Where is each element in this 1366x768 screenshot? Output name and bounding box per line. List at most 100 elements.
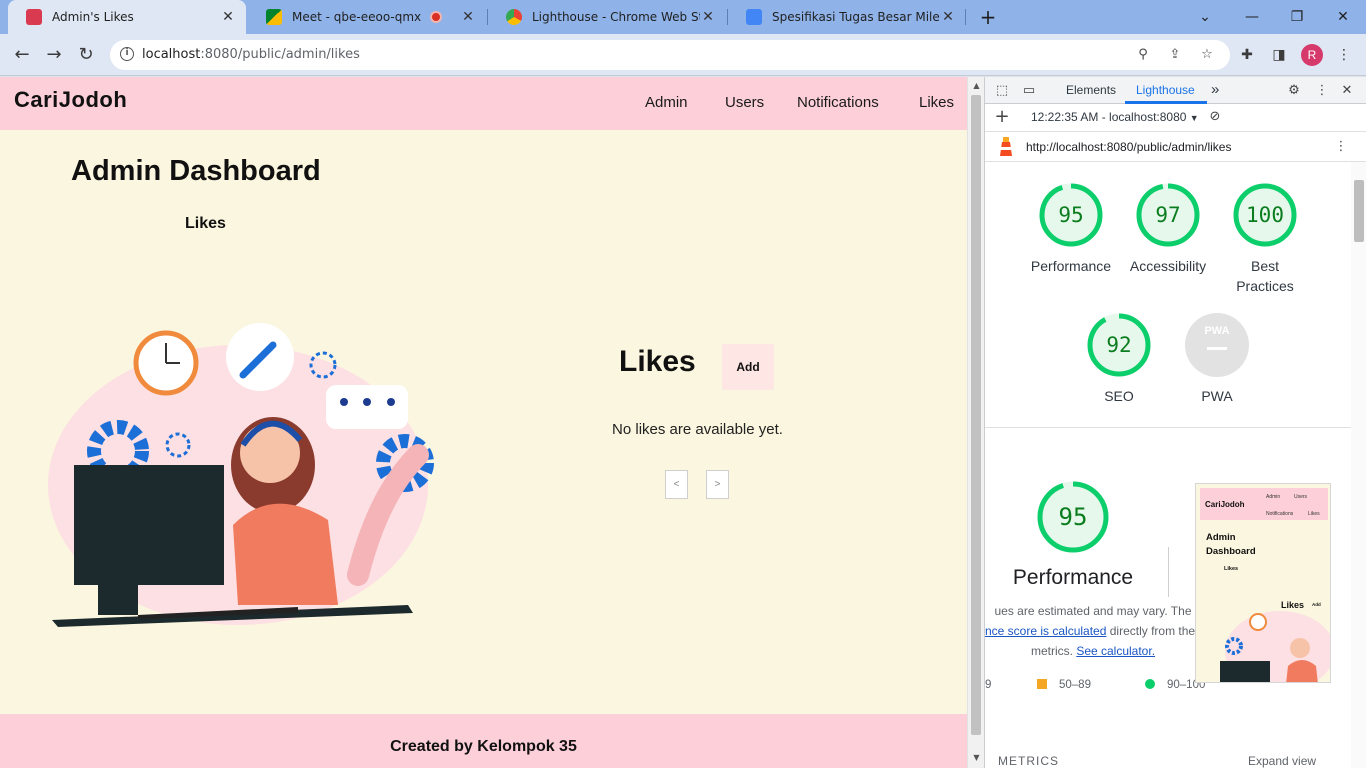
share-icon[interactable]: ⇪ xyxy=(1166,46,1184,64)
restore-icon[interactable]: ❐ xyxy=(1285,5,1309,29)
more-tabs-icon[interactable]: » xyxy=(1211,81,1219,98)
performance-description: ues are estimated and may vary. The nce … xyxy=(985,601,1201,661)
score-gauge-best-practices[interactable]: 100 xyxy=(1232,182,1298,248)
score-label: Best Practices xyxy=(1236,258,1294,294)
score-value: 100 xyxy=(1246,203,1284,227)
next-page-button[interactable]: > xyxy=(706,470,729,499)
profile-avatar[interactable]: R xyxy=(1301,44,1323,66)
side-panel-icon[interactable]: ◨ xyxy=(1269,45,1289,65)
score-gauge-pwa[interactable]: PWA xyxy=(1185,313,1249,377)
report-selector[interactable]: 12:22:35 AM - localhost:8080 ▼ xyxy=(1031,110,1199,124)
back-arrow-icon[interactable]: ← xyxy=(10,43,34,67)
page-screenshot-thumbnail[interactable]: CariJodoh Admin Users Notifications Like… xyxy=(1195,483,1331,683)
device-toolbar-icon[interactable]: ▭ xyxy=(1020,82,1038,100)
desc-text: ues are estimated and may vary. The xyxy=(994,604,1192,618)
tab-lighthouse-store[interactable]: Lighthouse - Chrome Web Store ✕ xyxy=(488,0,726,34)
address-bar[interactable]: i localhost:8080/public/admin/likes ⚲ ⇪ … xyxy=(110,40,1230,70)
browser-toolbar: ← → ↻ i localhost:8080/public/admin/like… xyxy=(0,34,1366,76)
close-tab-icon[interactable]: ✕ xyxy=(220,9,236,25)
new-tab-button[interactable]: + xyxy=(976,5,1000,29)
see-calculator-link[interactable]: See calculator. xyxy=(1076,644,1155,658)
reload-icon[interactable]: ↻ xyxy=(74,43,98,67)
expand-view-toggle[interactable]: Expand view xyxy=(1248,754,1316,768)
minimize-icon[interactable]: — xyxy=(1240,5,1264,29)
devtools-scrollbar-thumb[interactable] xyxy=(1354,180,1364,242)
nav-users[interactable]: Users xyxy=(725,94,764,111)
legend-label: 50–89 xyxy=(1059,679,1091,691)
thumb-nav: Notifications xyxy=(1266,511,1294,517)
metrics-heading: METRICS xyxy=(998,754,1059,768)
page-scrollbar[interactable]: ▲ ▼ xyxy=(967,77,984,768)
nav-admin[interactable]: Admin xyxy=(645,94,688,111)
close-devtools-icon[interactable]: ✕ xyxy=(1338,82,1356,100)
tab-admin-likes[interactable]: Admin's Likes ✕ xyxy=(8,0,246,34)
close-window-icon[interactable]: ✕ xyxy=(1331,5,1355,29)
score-value: 92 xyxy=(1106,333,1132,357)
site-logo[interactable]: CariJodoh xyxy=(14,87,127,113)
devtools-panel: ⬚ ▭ Elements Lighthouse » ⚙ ⋮ ✕ + 12:22:… xyxy=(984,77,1366,768)
zoom-icon[interactable]: ⚲ xyxy=(1134,46,1152,64)
site-info-icon[interactable]: i xyxy=(120,47,134,61)
good-circle-icon xyxy=(1145,679,1155,689)
devtools-tab-bar: ⬚ ▭ Elements Lighthouse » ⚙ ⋮ ✕ xyxy=(985,77,1366,104)
nav-notifications[interactable]: Notifications xyxy=(797,94,879,111)
legend-clipped: 9 xyxy=(985,679,992,691)
prev-page-button[interactable]: < xyxy=(665,470,688,499)
url-host: localhost xyxy=(142,47,201,62)
close-tab-icon[interactable]: ✕ xyxy=(460,9,476,25)
legend-average: 50–89 xyxy=(1037,679,1091,691)
score-gauge-seo[interactable]: 92 xyxy=(1086,312,1152,378)
thumb-logo: CariJodoh xyxy=(1205,500,1245,509)
tab-lighthouse[interactable]: Lighthouse xyxy=(1136,83,1195,97)
tab-spesifikasi[interactable]: Spesifikasi Tugas Besar Milestone ✕ xyxy=(728,0,966,34)
average-square-icon xyxy=(1037,679,1047,689)
score-label: PWA xyxy=(1201,388,1233,404)
close-tab-icon[interactable]: ✕ xyxy=(700,9,716,25)
tab-title: Lighthouse - Chrome Web Store xyxy=(532,10,700,24)
page-scrollbar-thumb[interactable] xyxy=(971,95,981,735)
report-menu-icon[interactable]: ⋮ xyxy=(1332,138,1350,156)
desc-text: directly from thes xyxy=(1106,624,1201,638)
score-calculated-link[interactable]: nce score is calculated xyxy=(985,624,1106,638)
chrome-menu-icon[interactable]: ⋮ xyxy=(1334,45,1354,65)
scroll-up-icon[interactable]: ▲ xyxy=(968,81,985,90)
score-gauge-accessibility[interactable]: 97 xyxy=(1135,182,1201,248)
page-title: Admin Dashboard xyxy=(71,155,321,187)
inspect-element-icon[interactable]: ⬚ xyxy=(993,82,1011,100)
devtools-scrollbar[interactable] xyxy=(1351,162,1366,768)
pwa-dash xyxy=(1207,347,1227,350)
new-report-plus-icon[interactable]: + xyxy=(993,108,1011,126)
performance-score-gauge: 95 xyxy=(1036,480,1110,554)
section-divider xyxy=(985,427,1351,428)
site-footer: Created by Kelompok 35 xyxy=(0,714,967,768)
devtools-menu-icon[interactable]: ⋮ xyxy=(1313,82,1331,100)
scroll-down-icon[interactable]: ▼ xyxy=(968,753,985,762)
tab-separator xyxy=(965,9,966,25)
add-like-button[interactable]: Add xyxy=(722,344,774,390)
tab-meet[interactable]: Meet - qbe-eeoo-qmx ✕ xyxy=(248,0,486,34)
thumb-nav: Likes xyxy=(1308,511,1320,517)
nav-likes[interactable]: Likes xyxy=(919,94,954,111)
extensions-puzzle-icon[interactable]: ✚ xyxy=(1237,45,1257,65)
score-label: SEO xyxy=(1104,388,1134,404)
dropdown-arrow-icon: ▼ xyxy=(1189,113,1199,123)
bookmark-star-icon[interactable]: ☆ xyxy=(1198,46,1216,64)
docs-favicon-icon xyxy=(746,9,762,25)
footer-credit: Created by Kelompok 35 xyxy=(390,738,577,755)
close-tab-icon[interactable]: ✕ xyxy=(940,9,956,25)
report-url-bar: http://localhost:8080/public/admin/likes… xyxy=(985,132,1366,162)
score-gauge-performance[interactable]: 95 xyxy=(1038,182,1104,248)
score-label: Performance xyxy=(1030,258,1112,274)
webstore-favicon-icon xyxy=(506,9,522,25)
tab-elements[interactable]: Elements xyxy=(1066,83,1116,97)
browser-tab-strip: Admin's Likes ✕ Meet - qbe-eeoo-qmx ✕ Li… xyxy=(0,0,1366,34)
forward-arrow-icon[interactable]: → xyxy=(42,43,66,67)
clear-reports-icon[interactable]: ⊘ xyxy=(1206,108,1224,126)
meet-favicon-icon xyxy=(266,9,282,25)
score-value: 95 xyxy=(1058,203,1084,227)
settings-gear-icon[interactable]: ⚙ xyxy=(1285,82,1303,100)
tab-search-icon[interactable]: ⌄ xyxy=(1193,5,1217,29)
url-text[interactable]: localhost:8080/public/admin/likes xyxy=(142,47,360,62)
tab-title: Spesifikasi Tugas Besar Milestone xyxy=(772,10,940,24)
section-divider xyxy=(1168,547,1169,597)
